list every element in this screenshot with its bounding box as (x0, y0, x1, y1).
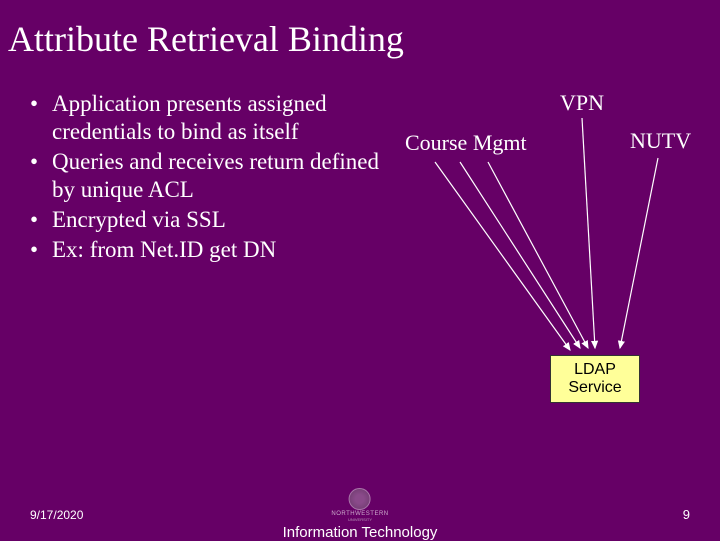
footer-center: NORTHWESTERN UNIVERSITY Information Tech… (283, 488, 438, 541)
diagram-arrows (380, 90, 710, 420)
ldap-service-box: LDAP Service (550, 355, 640, 403)
northwestern-logo-subtext: UNIVERSITY (348, 517, 372, 522)
bullet-item: Application presents assigned credential… (30, 90, 380, 146)
diagram: VPN Course Mgmt NUTV LDAP Service (380, 90, 710, 420)
slide-title: Attribute Retrieval Binding (0, 0, 720, 60)
bullet-item: Ex: from Net.ID get DN (30, 236, 380, 264)
ldap-line1: LDAP (551, 361, 639, 379)
northwestern-logo: NORTHWESTERN UNIVERSITY (283, 488, 438, 522)
footer-page-number: 9 (683, 507, 690, 522)
bullet-list: Application presents assigned credential… (0, 90, 380, 266)
footer-date: 9/17/2020 (30, 508, 83, 522)
slide-footer: 9/17/2020 NORTHWESTERN UNIVERSITY Inform… (0, 507, 720, 522)
footer-center-text: Information Technology (283, 524, 438, 541)
bullet-item: Encrypted via SSL (30, 206, 380, 234)
northwestern-seal-icon (349, 488, 371, 510)
ldap-line2: Service (551, 379, 639, 397)
bullet-item: Queries and receives return defined by u… (30, 148, 380, 204)
